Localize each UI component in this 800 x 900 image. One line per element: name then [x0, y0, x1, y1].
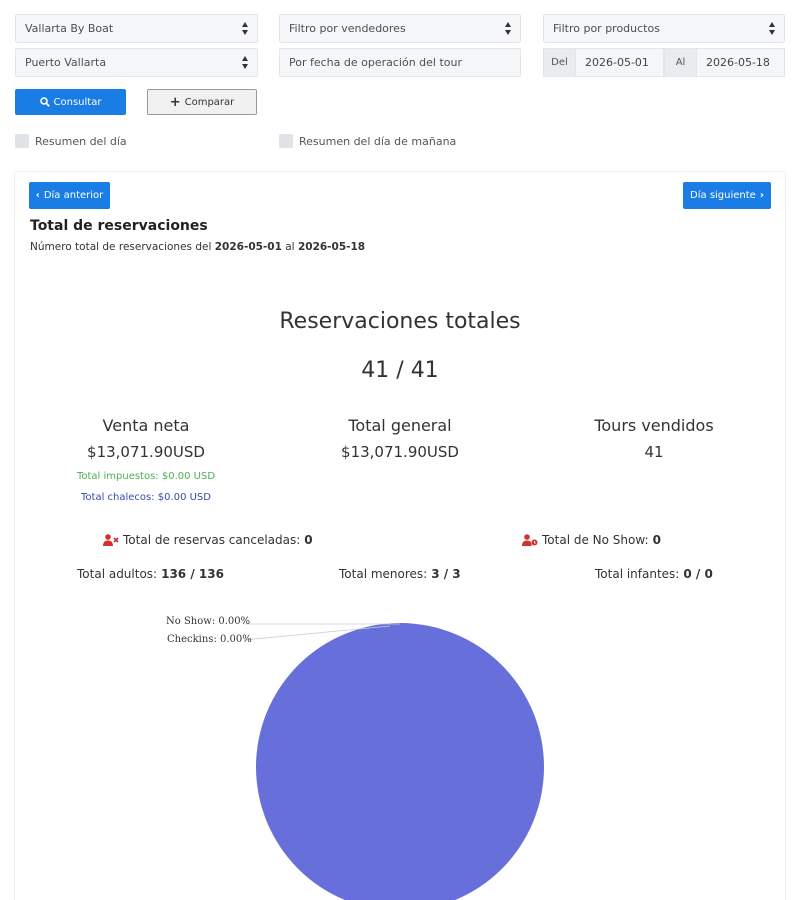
next-day-button[interactable]: Día siguiente ›	[683, 182, 771, 209]
tours-sold-value: 41	[644, 443, 664, 461]
from-date-input[interactable]: 2026-05-01	[576, 48, 664, 77]
from-label: Del	[543, 48, 576, 77]
general-total-value: $13,071.90USD	[341, 443, 459, 461]
adults-value: 136 / 136	[161, 567, 224, 581]
checkbox-box[interactable]	[279, 134, 293, 148]
chevron-right-icon: ›	[759, 190, 764, 201]
total-reservations-title: Reservaciones totales	[279, 309, 521, 334]
chevron-left-icon: ‹	[35, 190, 40, 201]
checkbox-box[interactable]	[15, 134, 29, 148]
canceled-line: Total de reservas canceladas: 0	[103, 533, 313, 547]
user-cancel-icon	[103, 534, 119, 546]
select-arrows-icon	[242, 22, 249, 35]
minors-label: Total menores:	[339, 567, 428, 581]
pie-label-noshow: No Show: 0.00%	[166, 616, 251, 627]
location-select-value: Puerto Vallarta	[25, 56, 107, 69]
plus-icon: +	[169, 94, 181, 110]
select-arrows-icon	[769, 22, 776, 35]
canceled-value: 0	[304, 533, 313, 547]
infants-line: Total infantes: 0 / 0	[595, 567, 713, 581]
minors-line: Total menores: 3 / 3	[339, 567, 461, 581]
select-arrows-icon	[242, 56, 249, 69]
to-date-input[interactable]: 2026-05-18	[697, 48, 785, 77]
agency-select[interactable]: Vallarta By Boat	[15, 14, 258, 43]
date-range: Del 2026-05-01 Al 2026-05-18	[543, 48, 785, 77]
location-select[interactable]: Puerto Vallarta	[15, 48, 258, 77]
taxes-total: Total impuestos: $0.00 USD	[76, 471, 216, 482]
consultar-button[interactable]: Consultar	[15, 89, 126, 115]
previous-day-button[interactable]: ‹ Día anterior	[29, 182, 110, 209]
date-mode-field[interactable]: Por fecha de operación del tour	[279, 48, 521, 77]
sellers-filter-select[interactable]: Filtro por vendedores	[279, 14, 521, 43]
date-mode-value: Por fecha de operación del tour	[289, 56, 463, 69]
tomorrow-summary-checkbox[interactable]: Resumen del día de mañana	[279, 134, 456, 148]
tours-sold-label: Tours vendidos	[594, 416, 714, 435]
tomorrow-summary-label: Resumen del día de mañana	[299, 134, 457, 148]
subtitle-prefix: Número total de reservaciones del	[30, 241, 212, 253]
today-summary-label: Resumen del día	[35, 134, 127, 148]
vests-total: Total chalecos: $0.00 USD	[81, 492, 211, 503]
today-summary-checkbox[interactable]: Resumen del día	[15, 134, 127, 148]
adults-line: Total adultos: 136 / 136	[77, 567, 224, 581]
total-reservations-count: 41 / 41	[361, 358, 439, 383]
infants-value: 0 / 0	[683, 567, 713, 581]
subtitle-from-date: 2026-05-01	[214, 241, 282, 253]
minors-value: 3 / 3	[431, 567, 461, 581]
noshow-line: Total de No Show: 0	[522, 533, 661, 547]
adults-label: Total adultos:	[77, 567, 158, 581]
pie-label-checkins: Checkins: 0.00%	[167, 634, 252, 645]
subtitle-to-date: 2026-05-18	[297, 241, 366, 253]
select-arrows-icon	[505, 22, 512, 35]
general-total-label: Total general	[348, 416, 452, 435]
to-label: Al	[664, 48, 697, 77]
net-sale-stat: Venta neta $13,071.90USD Total impuestos…	[36, 416, 256, 503]
canceled-label: Total de reservas canceladas:	[123, 533, 301, 547]
comparar-button[interactable]: + Comparar	[147, 89, 257, 115]
next-day-label: Día siguiente	[690, 190, 756, 201]
agency-select-value: Vallarta By Boat	[25, 22, 114, 35]
sellers-filter-value: Filtro por vendedores	[289, 22, 406, 35]
subtitle-mid: al	[285, 241, 295, 253]
section-subtitle: Número total de reservaciones del 2026-0…	[30, 241, 365, 253]
net-sale-label: Venta neta	[102, 416, 190, 435]
consultar-label: Consultar	[53, 96, 102, 108]
user-clock-icon	[522, 534, 538, 546]
noshow-value: 0	[652, 533, 661, 547]
noshow-label: Total de No Show:	[542, 533, 649, 547]
previous-day-label: Día anterior	[43, 190, 104, 201]
general-total-stat: Total general $13,071.90USD	[290, 416, 510, 461]
section-title: Total de reservaciones	[30, 218, 208, 234]
tours-sold-stat: Tours vendidos 41	[544, 416, 764, 461]
search-icon	[39, 97, 50, 107]
comparar-label: Comparar	[184, 96, 235, 108]
pie-slice[interactable]	[256, 623, 544, 900]
infants-label: Total infantes:	[595, 567, 680, 581]
products-filter-select[interactable]: Filtro por productos	[543, 14, 785, 43]
checkins-pie-chart	[243, 623, 544, 900]
products-filter-value: Filtro por productos	[553, 22, 660, 35]
net-sale-value: $13,071.90USD	[87, 443, 205, 461]
